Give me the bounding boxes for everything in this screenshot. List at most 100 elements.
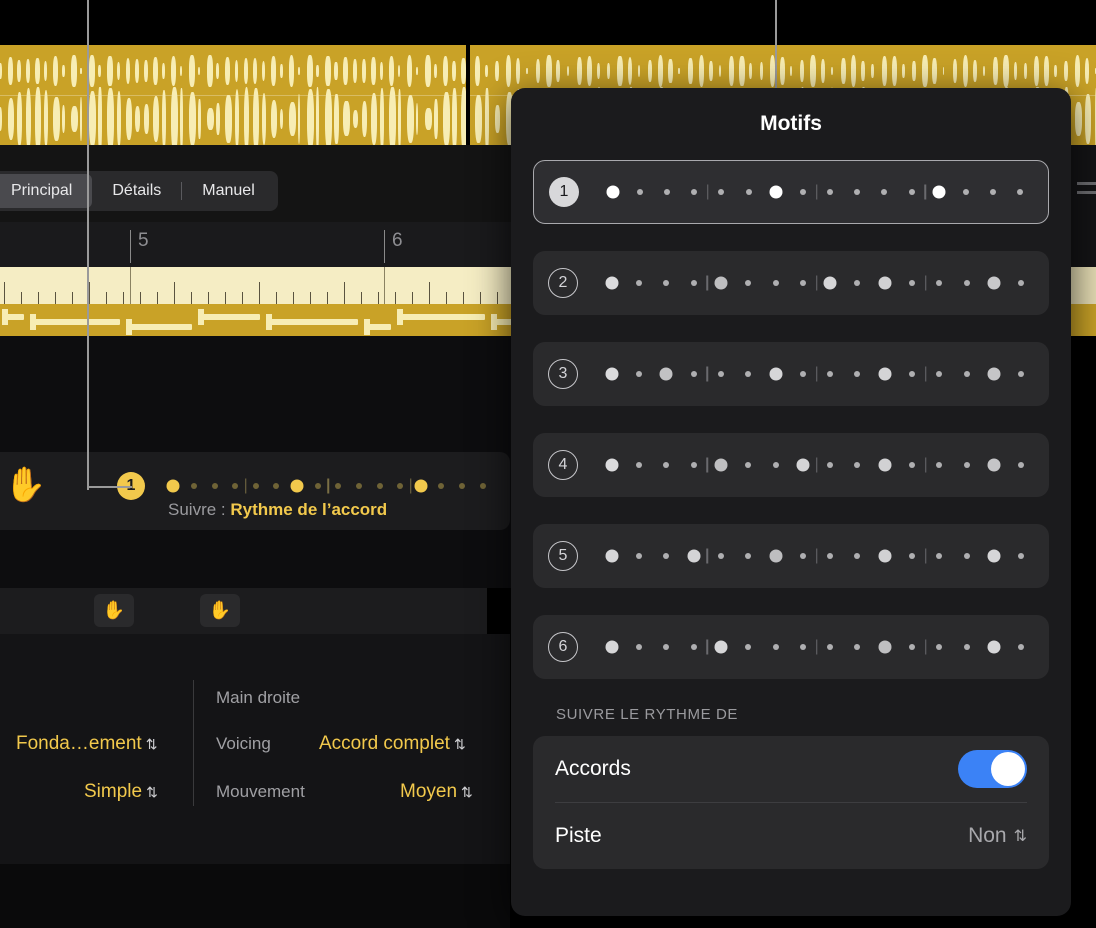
pattern-row-3[interactable]: 3 — [533, 342, 1049, 406]
midi-note[interactable] — [30, 314, 121, 330]
pattern-step-dot[interactable] — [881, 189, 888, 195]
pattern-step-dot[interactable] — [1018, 462, 1025, 468]
pattern-step-dot[interactable] — [690, 462, 697, 468]
pattern-step-dot[interactable] — [936, 462, 943, 468]
pattern-dots[interactable] — [598, 637, 1035, 657]
pattern-step-dot[interactable] — [772, 280, 779, 286]
pattern-step-dot[interactable] — [414, 479, 428, 493]
pattern-step-dot[interactable] — [376, 483, 383, 489]
pattern-step-dot[interactable] — [909, 462, 916, 468]
pattern-step-dot[interactable] — [605, 367, 619, 381]
pattern-step-dot[interactable] — [854, 280, 861, 286]
pattern-step-dot[interactable] — [987, 549, 1001, 563]
pattern-step-dot[interactable] — [936, 280, 943, 286]
midi-note[interactable] — [363, 319, 391, 335]
option-row-accords[interactable]: Accords — [533, 736, 1049, 802]
pattern-step-dot[interactable] — [714, 458, 728, 472]
pattern-step-dot[interactable] — [854, 553, 861, 559]
hamburger-menu-icon[interactable] — [1077, 182, 1096, 200]
pattern-step-dot[interactable] — [714, 640, 728, 654]
pattern-step-dot[interactable] — [166, 479, 180, 493]
pattern-step-dot[interactable] — [1018, 371, 1025, 377]
pattern-step-dot[interactable] — [909, 280, 916, 286]
pattern-step-dot[interactable] — [314, 483, 321, 489]
pattern-step-dot[interactable] — [714, 276, 728, 290]
pattern-step-dot[interactable] — [717, 553, 724, 559]
tab-principal[interactable]: Principal — [0, 174, 93, 208]
pattern-step-dot[interactable] — [717, 371, 724, 377]
stepper-icon[interactable]: ⇅ — [1014, 826, 1027, 846]
pattern-step-dot[interactable] — [690, 644, 697, 650]
pattern-step-dot[interactable] — [878, 549, 892, 563]
playhead-secondary[interactable] — [775, 0, 777, 92]
pattern-step-dot[interactable] — [963, 189, 970, 195]
pattern-step-dot[interactable] — [745, 189, 752, 195]
pattern-step-dot[interactable] — [659, 367, 673, 381]
inspector-tabs[interactable]: Principal Détails Manuel — [0, 171, 278, 211]
pattern-step-dot[interactable] — [635, 371, 642, 377]
pattern-dots-row[interactable] — [163, 477, 493, 495]
pattern-step-dot[interactable] — [273, 483, 280, 489]
pattern-row-1[interactable]: 1 — [533, 160, 1049, 224]
pattern-step-dot[interactable] — [1017, 189, 1024, 195]
pattern-step-dot[interactable] — [605, 458, 619, 472]
pattern-step-dot[interactable] — [827, 553, 834, 559]
midi-note[interactable] — [265, 314, 358, 330]
pattern-step-dot[interactable] — [878, 367, 892, 381]
pattern-step-dot[interactable] — [854, 371, 861, 377]
pattern-step-dot[interactable] — [663, 280, 670, 286]
pattern-step-dot[interactable] — [605, 276, 619, 290]
pattern-step-dot[interactable] — [335, 483, 342, 489]
pattern-step-dot[interactable] — [854, 644, 861, 650]
pattern-dots[interactable] — [599, 182, 1034, 202]
pattern-step-dot[interactable] — [963, 553, 970, 559]
stepper-icon[interactable]: ⇅ — [461, 784, 473, 800]
pattern-row-2[interactable]: 2 — [533, 251, 1049, 315]
pattern-step-dot[interactable] — [823, 276, 837, 290]
pattern-step-dot[interactable] — [769, 367, 783, 381]
hand-tool-left[interactable]: ✋ — [94, 594, 134, 627]
pattern-step-dot[interactable] — [745, 644, 752, 650]
pattern-step-dot[interactable] — [878, 276, 892, 290]
pattern-step-dot[interactable] — [479, 483, 486, 489]
midi-note[interactable] — [396, 309, 486, 325]
option-row-piste[interactable]: Piste Non ⇅ — [533, 803, 1049, 869]
accords-toggle[interactable] — [958, 750, 1027, 788]
pattern-step-dot[interactable] — [987, 367, 1001, 381]
pattern-step-dot[interactable] — [1018, 644, 1025, 650]
pattern-step-dot[interactable] — [663, 462, 670, 468]
midi-note[interactable] — [2, 309, 24, 325]
pattern-step-dot[interactable] — [690, 280, 697, 286]
pattern-step-dot[interactable] — [1018, 553, 1025, 559]
pattern-step-dot[interactable] — [635, 644, 642, 650]
pattern-step-dot[interactable] — [772, 462, 779, 468]
pattern-dots[interactable] — [598, 455, 1035, 475]
pattern-step-dot[interactable] — [745, 462, 752, 468]
pattern-step-dot[interactable] — [827, 371, 834, 377]
pattern-step-dot[interactable] — [459, 483, 466, 489]
pattern-dots[interactable] — [598, 364, 1035, 384]
pattern-step-dot[interactable] — [963, 644, 970, 650]
pattern-step-dot[interactable] — [799, 553, 806, 559]
pattern-step-dot[interactable] — [438, 483, 445, 489]
pattern-step-dot[interactable] — [635, 553, 642, 559]
pattern-step-dot[interactable] — [605, 549, 619, 563]
stepper-icon[interactable]: ⇅ — [146, 736, 158, 752]
hand-tool-right[interactable]: ✋ — [200, 594, 240, 627]
pattern-step-dot[interactable] — [769, 185, 783, 199]
pattern-step-dot[interactable] — [799, 644, 806, 650]
pattern-row-4[interactable]: 4 — [533, 433, 1049, 497]
pattern-step-dot[interactable] — [772, 644, 779, 650]
pattern-step-dot[interactable] — [932, 185, 946, 199]
pattern-step-dot[interactable] — [745, 371, 752, 377]
pattern-step-dot[interactable] — [909, 371, 916, 377]
midi-note[interactable] — [126, 319, 193, 335]
pattern-step-dot[interactable] — [909, 644, 916, 650]
pattern-step-dot[interactable] — [799, 189, 806, 195]
pattern-step-dot[interactable] — [799, 371, 806, 377]
midi-note[interactable] — [198, 309, 260, 325]
pattern-dots[interactable] — [598, 546, 1035, 566]
pattern-step-dot[interactable] — [990, 189, 997, 195]
pattern-step-dot[interactable] — [190, 483, 197, 489]
pattern-step-dot[interactable] — [397, 483, 404, 489]
